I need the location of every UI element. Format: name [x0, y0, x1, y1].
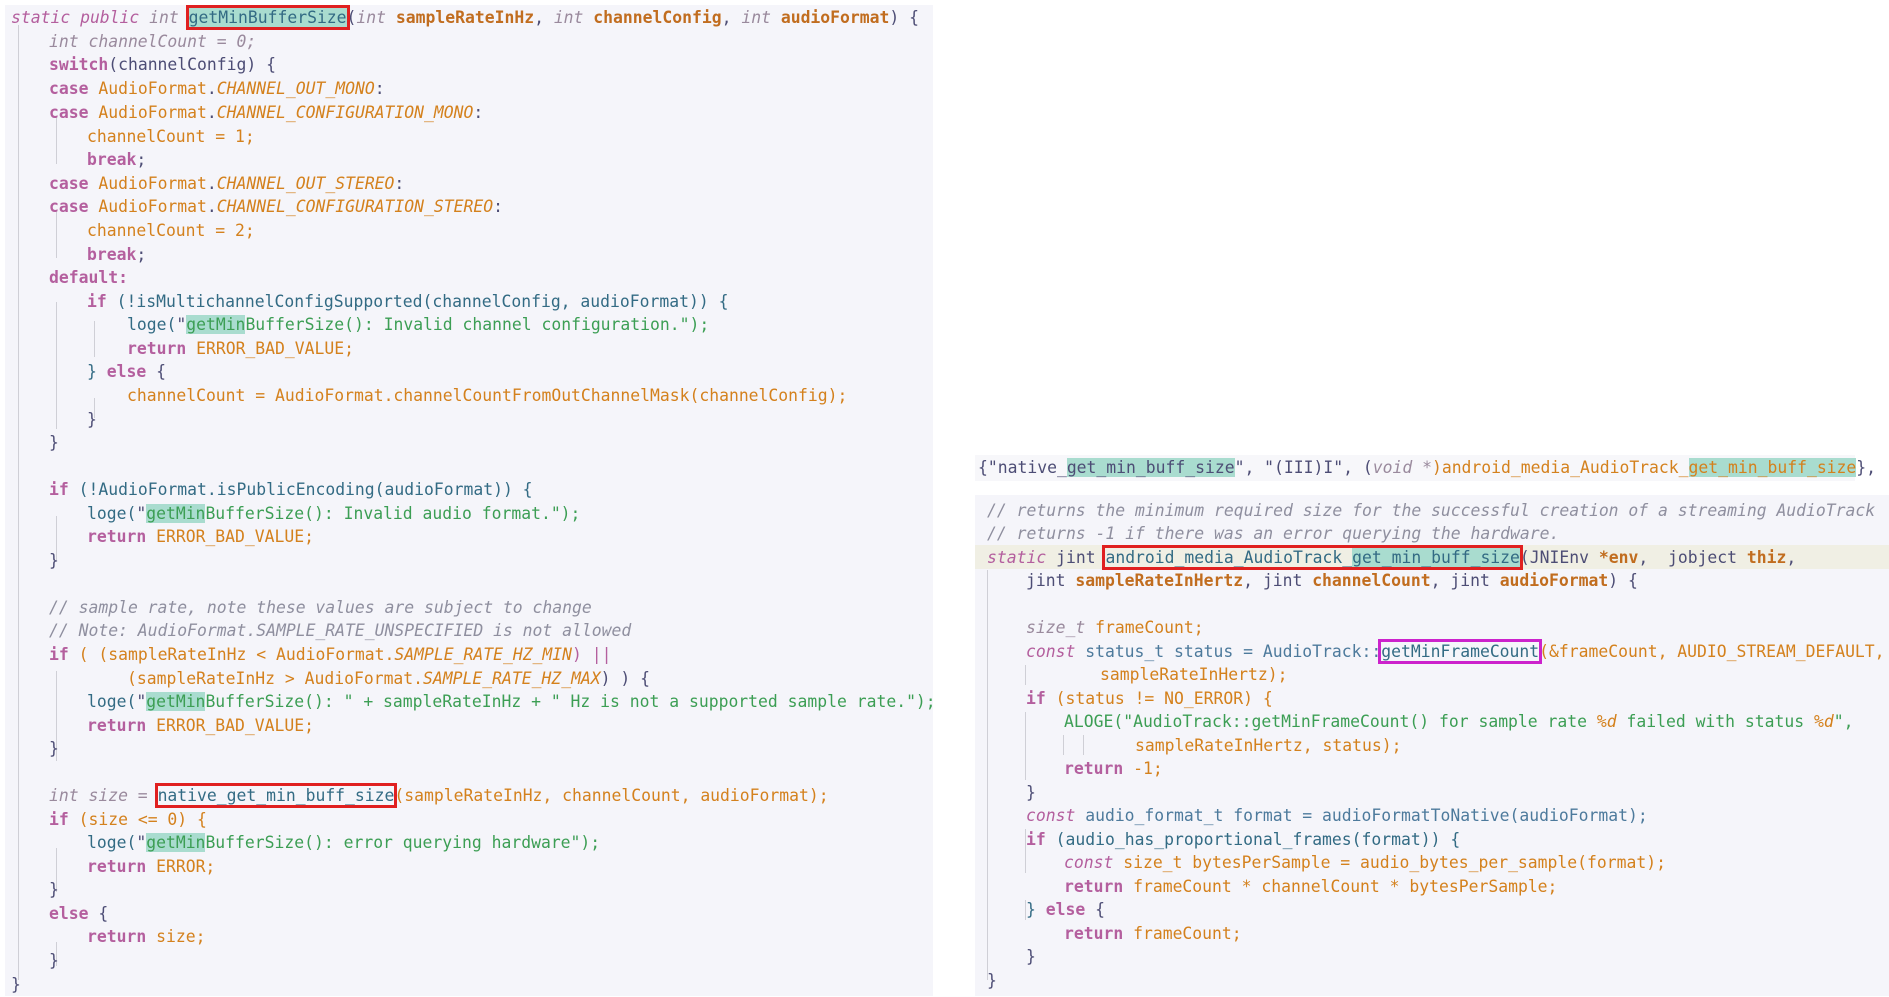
param: sampleRateInHz [395, 8, 535, 27]
code-line: static jint android_media_AudioTrack_get… [987, 545, 1797, 570]
code-line: switch(channelConfig) { [49, 55, 276, 74]
code-line: case AudioFormat.CHANNEL_CONFIGURATION_S… [49, 197, 503, 216]
code-line: loge("getMinBufferSize(): " + sampleRate… [87, 692, 936, 711]
native-function-highlight: android_media_AudioTrack_get_min_buff_si… [1102, 545, 1523, 570]
code-line: return ERROR_BAD_VALUE; [87, 527, 314, 546]
code-line: return frameCount; [1064, 924, 1242, 943]
code-comment: // returns the minimum required size for… [987, 501, 1876, 520]
indent-guide [18, 25, 19, 980]
code-line: if ( (sampleRateInHz < AudioFormat.SAMPL… [49, 645, 612, 664]
code-line: return frameCount * channelCount * bytes… [1064, 877, 1558, 896]
code-line: case AudioFormat.CHANNEL_OUT_MONO: [49, 79, 385, 98]
native-call-highlight: native_get_min_buff_size [154, 783, 398, 808]
code-line: const status_t status = AudioTrack::getM… [1026, 639, 1885, 664]
type: int [149, 8, 179, 27]
code-line: int channelCount = 0; [49, 32, 257, 51]
code-line: } else { [87, 362, 166, 381]
code-line: } [87, 410, 97, 429]
indent-guide [1025, 665, 1026, 685]
indent-guide [1083, 735, 1084, 755]
code-comment: // sample rate, note these values are su… [49, 598, 592, 617]
code-line: loge("getMinBufferSize(): error querying… [87, 833, 601, 852]
code-line: if (status != NO_ERROR) { [1026, 689, 1273, 708]
code-line: const size_t bytesPerSample = audio_byte… [1064, 853, 1666, 872]
getminframecount-highlight: getMinFrameCount [1378, 639, 1543, 664]
native-code-panel: // returns the minimum required size for… [975, 495, 1889, 996]
code-line: return ERROR; [87, 857, 216, 876]
code-line: break; [87, 150, 147, 169]
type: int [553, 8, 584, 27]
code-comment: // Note: AudioFormat.SAMPLE_RATE_UNSPECI… [49, 621, 632, 640]
code-line: channelCount = 1; [87, 127, 255, 146]
code-line: ALOGE("AudioTrack::getMinFrameCount() fo… [1064, 712, 1854, 731]
code-line: channelCount = 2; [87, 221, 255, 240]
code-line: default: [49, 268, 128, 287]
code-line: loge("getMinBufferSize(): Invalid channe… [127, 315, 710, 334]
modifier: static public [11, 8, 140, 27]
type: int [741, 8, 771, 27]
code-line: {"native_get_min_buff_size", "(III)I", (… [978, 458, 1877, 477]
code-line: const audio_format_t format = audioForma… [1026, 806, 1648, 825]
code-line: if (size <= 0) { [49, 810, 207, 829]
code-line: } [49, 739, 59, 758]
match-highlight: get_min_buff_size [1688, 458, 1857, 477]
code-line: } [1026, 947, 1036, 966]
code-line: (sampleRateInHz > AudioFormat.SAMPLE_RAT… [127, 669, 651, 688]
code-line: if (!isMultichannelConfigSupported(chann… [87, 292, 729, 311]
code-line: sampleRateInHertz); [1100, 665, 1288, 684]
code-comment: // returns -1 if there was an error quer… [987, 524, 1560, 543]
code-line: loge("getMinBufferSize(): Invalid audio … [87, 504, 581, 523]
code-line: case AudioFormat.CHANNEL_OUT_STEREO: [49, 174, 405, 193]
code-line: } [49, 880, 59, 899]
code-line: case AudioFormat.CHANNEL_CONFIGURATION_M… [49, 103, 484, 122]
indent-guide [1025, 712, 1026, 780]
indent-guide [56, 302, 57, 429]
code-line: channelCount = AudioFormat.channelCountF… [127, 386, 848, 405]
code-line: int size = native_get_min_buff_size(samp… [49, 783, 829, 808]
code-line: size_t frameCount; [1026, 618, 1204, 637]
code-line: } [11, 975, 21, 994]
code-line: return size; [87, 927, 206, 946]
jni-table-entry: {"native_get_min_buff_size", "(III)I", (… [975, 455, 1876, 481]
code-line: break; [87, 245, 147, 264]
indent-guide [1063, 735, 1064, 755]
code-line: } [987, 971, 997, 990]
type: int [356, 8, 387, 27]
method-name-highlight: getMinBufferSize [185, 5, 350, 30]
code-line: static public int getMinBufferSize(int s… [11, 5, 919, 30]
code-line: } else { [1026, 900, 1105, 919]
code-line: if (!AudioFormat.isPublicEncoding(audioF… [49, 480, 533, 499]
code-line: return ERROR_BAD_VALUE; [127, 339, 354, 358]
param: channelConfig [593, 8, 722, 27]
code-line: sampleRateInHertz, status); [1135, 736, 1402, 755]
code-line: return ERROR_BAD_VALUE; [87, 716, 314, 735]
code-line: } [1026, 783, 1036, 802]
code-line: return -1; [1064, 759, 1163, 778]
indent-guide [987, 570, 988, 980]
indent-guide [94, 321, 95, 357]
java-code-panel: static public int getMinBufferSize(int s… [5, 5, 936, 996]
code-line: else { [49, 904, 109, 923]
param: audioFormat [780, 8, 890, 27]
match-highlight: get_min_buff_size [1066, 458, 1235, 477]
code-line: jint sampleRateInHertz, jint channelCoun… [1026, 571, 1638, 590]
code-line: } [49, 551, 59, 570]
code-line: if (audio_has_proportional_frames(format… [1026, 830, 1461, 849]
code-line: } [49, 433, 59, 452]
code-line: } [49, 951, 59, 970]
